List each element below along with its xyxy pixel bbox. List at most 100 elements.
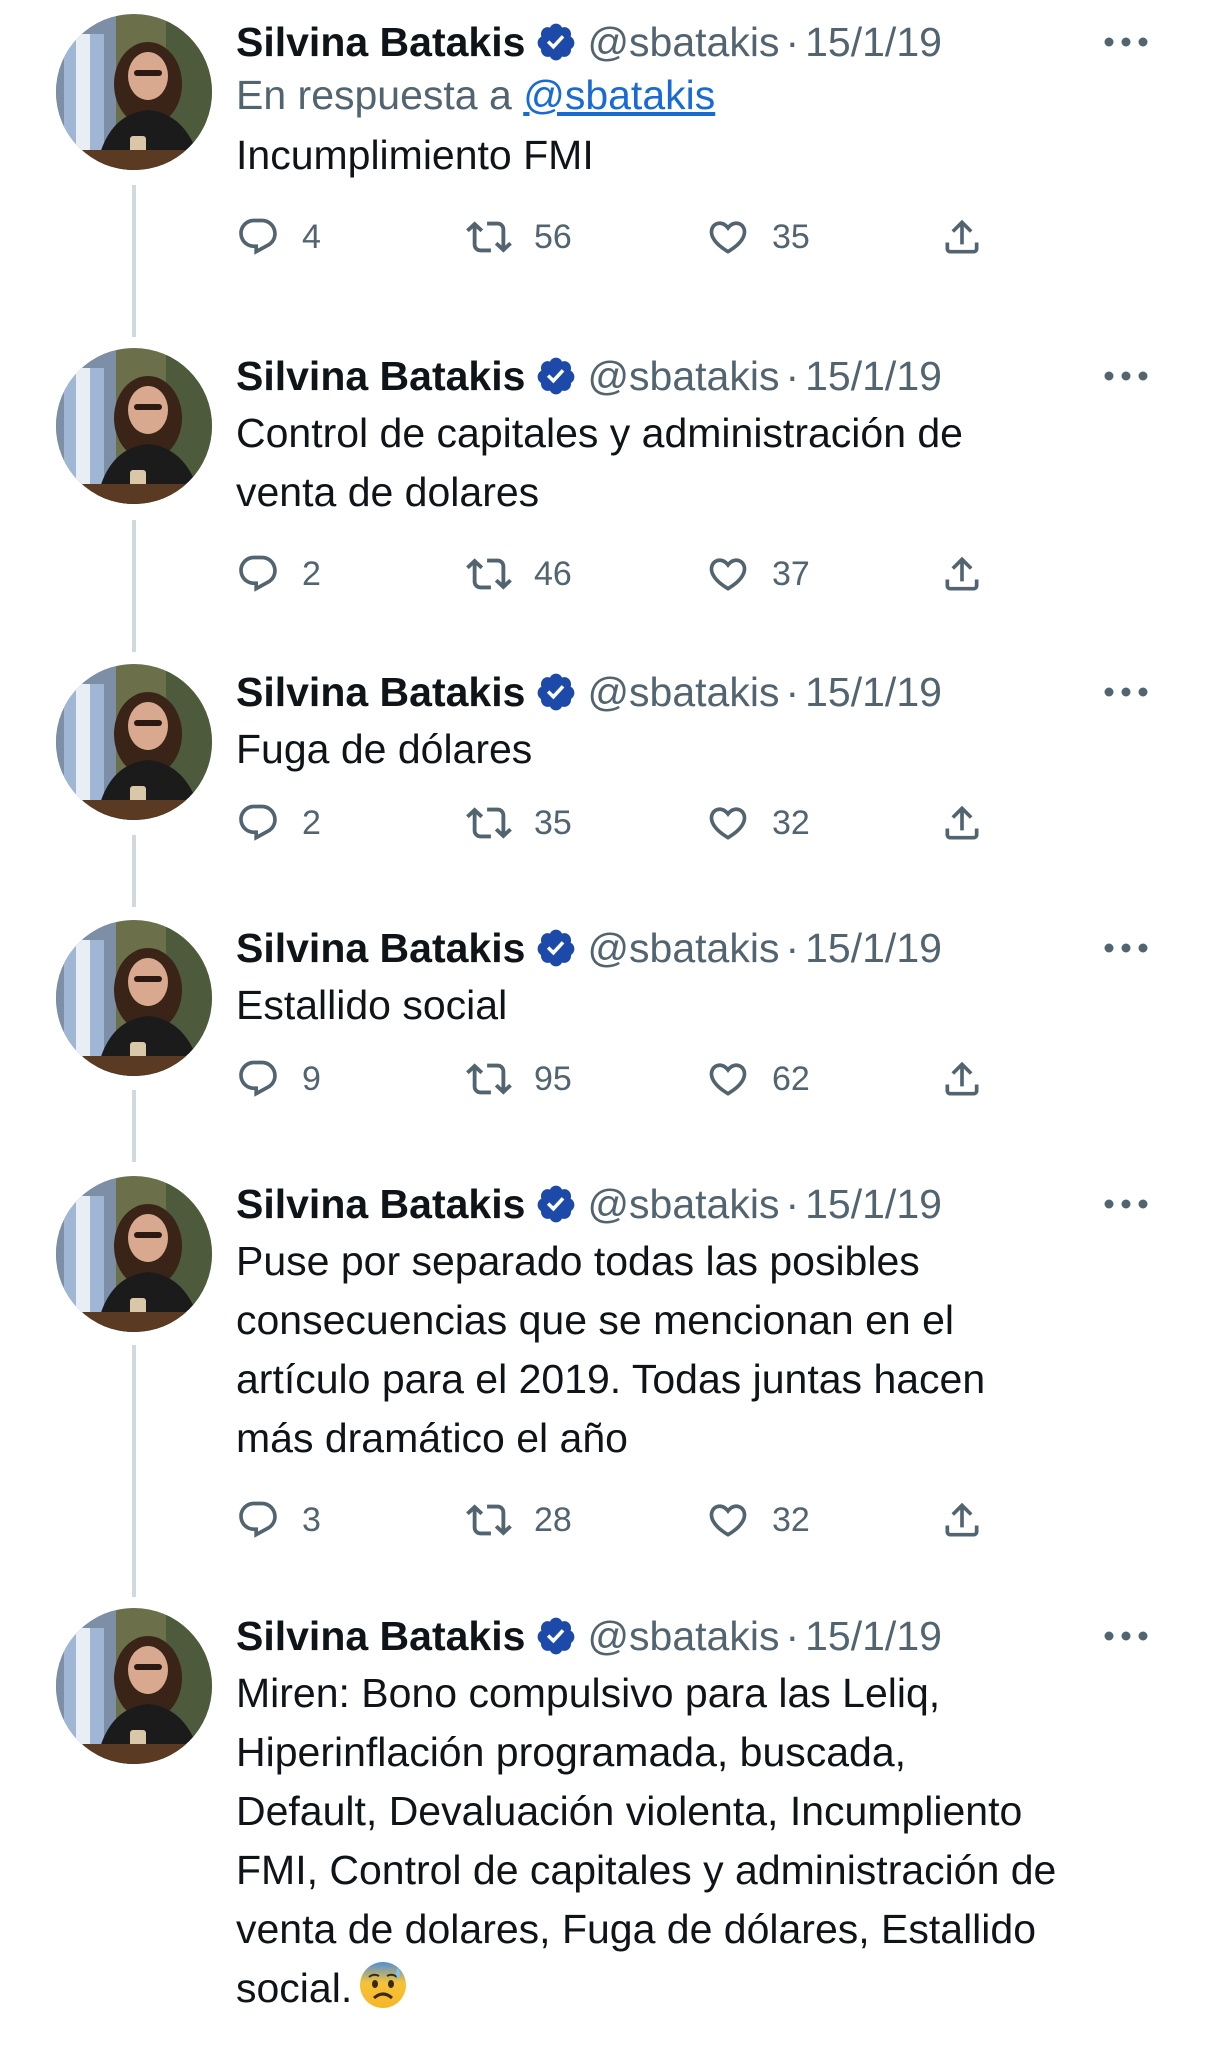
heart-icon [706,215,750,259]
avatar[interactable] [56,1608,212,1764]
author-name[interactable]: Silvina Batakis [236,14,525,70]
tweet-header: Silvina Batakis @sbatakis · 15/1/19 [236,348,1160,404]
share-icon [940,1498,984,1542]
retweet-button[interactable]: 46 [466,544,572,604]
share-icon [940,1057,984,1101]
retweet-button[interactable]: 95 [466,1049,572,1109]
tweet-text: Estallido social [236,982,508,1028]
like-button[interactable]: 37 [706,544,810,604]
more-options-icon[interactable] [1096,674,1156,710]
author-name[interactable]: Silvina Batakis [236,348,525,404]
avatar[interactable] [56,1176,212,1332]
retweet-count: 95 [534,1059,572,1098]
avatar[interactable] [56,14,212,170]
thread-connector [132,1090,136,1162]
share-button[interactable] [940,1490,984,1550]
reply-button[interactable]: 4 [236,207,321,267]
like-button[interactable]: 32 [706,1490,810,1550]
tweet-text: Control de capitales y administración de… [236,410,963,515]
reply-icon [236,801,280,845]
more-options-icon[interactable] [1096,358,1156,394]
avatar[interactable] [56,664,212,820]
avatar-photo [56,348,212,504]
tweet-date[interactable]: 15/1/19 [805,348,942,404]
tweet-header: Silvina Batakis @sbatakis · 15/1/19 [236,920,1160,976]
avatar-photo [56,920,212,1076]
share-button[interactable] [940,1049,984,1109]
thread-connector [132,835,136,907]
separator-dot: · [785,1181,800,1227]
separator-dot: · [785,19,800,65]
share-icon [940,801,984,845]
reply-handle-link[interactable]: @sbatakis [523,72,715,118]
retweet-icon [466,214,512,260]
author-handle[interactable]: @sbatakis [587,1176,779,1232]
tweet-date[interactable]: 15/1/19 [805,1608,942,1664]
retweet-button[interactable]: 28 [466,1490,572,1550]
heart-icon [706,1057,750,1101]
share-button[interactable] [940,793,984,853]
avatar[interactable] [56,920,212,1076]
avatar-photo [56,664,212,820]
tweet-date[interactable]: 15/1/19 [805,920,942,976]
verified-badge-icon [535,1615,577,1657]
like-button[interactable]: 62 [706,1049,810,1109]
separator-dot: · [785,669,800,715]
tweet-date[interactable]: 15/1/19 [805,664,942,720]
more-options-icon[interactable] [1096,1186,1156,1222]
tweet-date[interactable]: 15/1/19 [805,14,942,70]
more-options-icon[interactable] [1096,24,1156,60]
avatar-photo [56,14,212,170]
like-button[interactable]: 32 [706,793,810,853]
author-name[interactable]: Silvina Batakis [236,1608,525,1664]
verified-badge-icon [535,671,577,713]
reply-button[interactable]: 3 [236,1490,321,1550]
more-options-icon[interactable] [1096,1618,1156,1654]
reply-count: 2 [302,554,321,593]
like-count: 32 [772,1500,810,1539]
author-handle[interactable]: @sbatakis [587,348,779,404]
thread-connector [132,1345,136,1597]
author-handle[interactable]: @sbatakis [587,1608,779,1664]
verified-badge-icon [535,927,577,969]
reply-button[interactable]: 9 [236,1049,321,1109]
like-button[interactable]: 35 [706,207,810,267]
tweet-text: Miren: Bono compulsivo para las Leliq, H… [236,1664,1160,2018]
reply-button[interactable]: 2 [236,544,321,604]
verified-badge-icon [535,355,577,397]
author-handle[interactable]: @sbatakis [587,920,779,976]
author-handle[interactable]: @sbatakis [587,664,779,720]
heart-icon [706,801,750,845]
more-options-icon[interactable] [1096,930,1156,966]
reply-icon [236,1498,280,1542]
retweet-button[interactable]: 56 [466,207,572,267]
avatar[interactable] [56,348,212,504]
thread-connector [132,185,136,337]
tweet-date[interactable]: 15/1/19 [805,1176,942,1232]
share-button[interactable] [940,544,984,604]
reply-icon [236,552,280,596]
share-icon [940,552,984,596]
thread-connector [132,520,136,652]
author-name[interactable]: Silvina Batakis [236,664,525,720]
separator-dot: · [785,1613,800,1659]
share-button[interactable] [940,207,984,267]
tweet-actions: 4 56 35 [236,207,1160,267]
reply-count: 3 [302,1500,321,1539]
author-name[interactable]: Silvina Batakis [236,1176,525,1232]
avatar-photo [56,1176,212,1332]
verified-badge-icon [535,1183,577,1225]
tweet-text: Fuga de dólares [236,726,533,772]
retweet-icon [466,800,512,846]
tweet-actions: 2 35 32 [236,793,1160,853]
like-count: 32 [772,803,810,842]
retweet-icon [466,1497,512,1543]
author-name[interactable]: Silvina Batakis [236,920,525,976]
reply-prefix: En respuesta a [236,72,512,118]
author-handle[interactable]: @sbatakis [587,14,779,70]
retweet-button[interactable]: 35 [466,793,572,853]
share-icon [940,215,984,259]
reply-button[interactable]: 2 [236,793,321,853]
tweet-actions: 2 46 37 [236,544,1160,604]
retweet-count: 35 [534,803,572,842]
